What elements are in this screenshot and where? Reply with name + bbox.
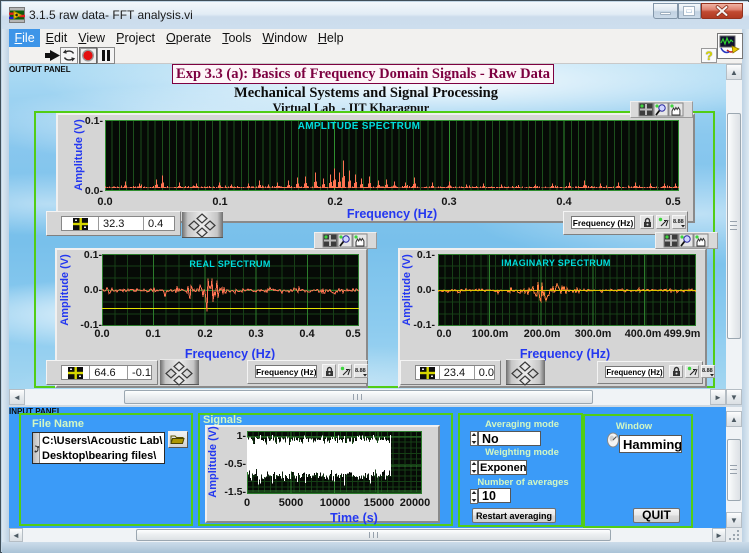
svg-text:8.88: 8.88 bbox=[702, 368, 713, 374]
svg-text:8.88: 8.88 bbox=[355, 368, 366, 374]
svg-text:8.88: 8.88 bbox=[673, 219, 684, 225]
